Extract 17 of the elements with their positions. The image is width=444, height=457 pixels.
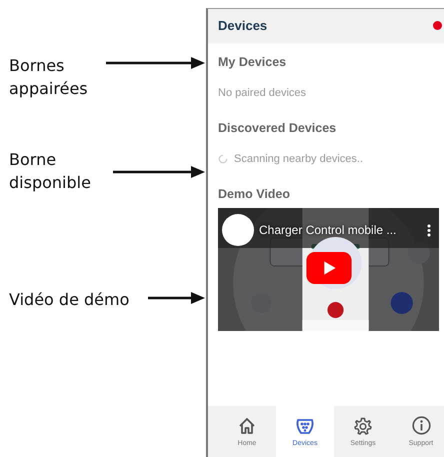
empty-message: No paired devices [218, 87, 306, 99]
annotation-label: Bornes appairées [9, 55, 89, 100]
screen-title: Devices [218, 18, 268, 33]
settings-icon [354, 416, 372, 434]
connector-icon [295, 416, 315, 434]
section-title: My Devices [218, 55, 286, 69]
section-title: Discovered Devices [218, 121, 336, 135]
home-icon [238, 416, 256, 434]
info-icon [412, 416, 430, 435]
spinner-icon [218, 154, 228, 164]
annotation-label: Vidéo de démo [9, 289, 130, 311]
play-button-icon[interactable] [306, 252, 352, 284]
scanning-message: Scanning nearby devices.. [234, 153, 364, 165]
annotation-label: Borne disponible [9, 149, 92, 194]
section-title: Demo Video [218, 187, 290, 201]
more-icon[interactable] [427, 224, 431, 236]
arrow [148, 292, 205, 304]
